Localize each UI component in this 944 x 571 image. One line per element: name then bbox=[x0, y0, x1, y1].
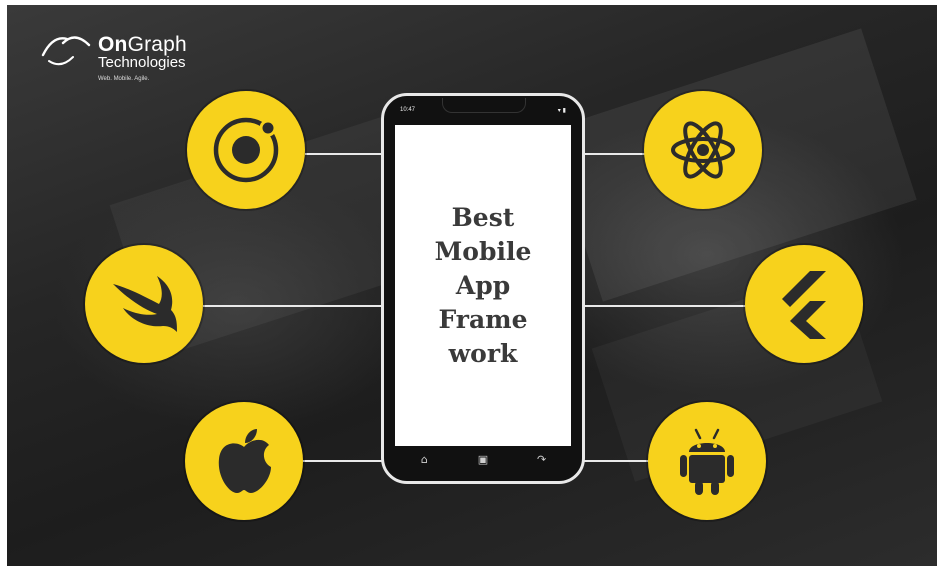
android-icon bbox=[680, 428, 734, 495]
phone-mockup: 10:47 ▾ ▮ Best Mobile App Frame work ⌂ ▣… bbox=[381, 93, 585, 484]
android-circle bbox=[648, 402, 766, 520]
status-time: 10:47 bbox=[400, 107, 416, 113]
banner-canvas: OnGraph Technologies Web. Mobile. Agile. bbox=[7, 5, 937, 566]
swift-circle bbox=[85, 245, 203, 363]
screen-title-line: Best bbox=[451, 202, 515, 232]
connector-react bbox=[583, 153, 647, 155]
screen-title-line: Mobile bbox=[434, 236, 532, 266]
logo-name-bold: On bbox=[98, 33, 128, 56]
ionic-circle bbox=[187, 91, 305, 209]
ongraph-logo: OnGraph Technologies Web. Mobile. Agile. bbox=[39, 33, 239, 93]
connector-apple bbox=[303, 460, 383, 462]
recent-apps-icon: ▣ bbox=[477, 452, 489, 466]
logo-tagline: Web. Mobile. Agile. bbox=[98, 76, 150, 82]
logo-subtitle: Technologies bbox=[98, 54, 186, 71]
logo-name-rest: Graph bbox=[127, 33, 187, 56]
status-icons: ▾ ▮ bbox=[557, 107, 566, 114]
screen-title-line: App bbox=[455, 270, 511, 300]
apple-circle bbox=[185, 402, 303, 520]
connector-flutter bbox=[583, 305, 747, 307]
ionic-icon bbox=[213, 117, 279, 183]
screen-title-line: Frame bbox=[438, 304, 528, 334]
connector-ionic bbox=[305, 153, 383, 155]
screen-title-line: work bbox=[448, 338, 518, 368]
react-icon bbox=[671, 121, 735, 179]
phone-screen: Best Mobile App Frame work bbox=[395, 125, 571, 446]
connector-swift bbox=[203, 305, 383, 307]
flutter-icon bbox=[782, 271, 826, 339]
home-icon: ⌂ bbox=[420, 452, 428, 466]
swift-icon bbox=[113, 276, 177, 332]
connector-android bbox=[583, 460, 653, 462]
react-circle bbox=[644, 91, 762, 209]
phone-status-bar: 10:47 ▾ ▮ bbox=[400, 107, 566, 119]
apple-icon bbox=[218, 429, 271, 493]
phone-nav-bar: ⌂ ▣ ↷ bbox=[395, 446, 571, 472]
back-icon: ↷ bbox=[537, 452, 547, 466]
screen-title: Best Mobile App Frame work bbox=[418, 201, 548, 371]
flutter-circle bbox=[745, 245, 863, 363]
logo-mark-icon bbox=[41, 36, 91, 66]
